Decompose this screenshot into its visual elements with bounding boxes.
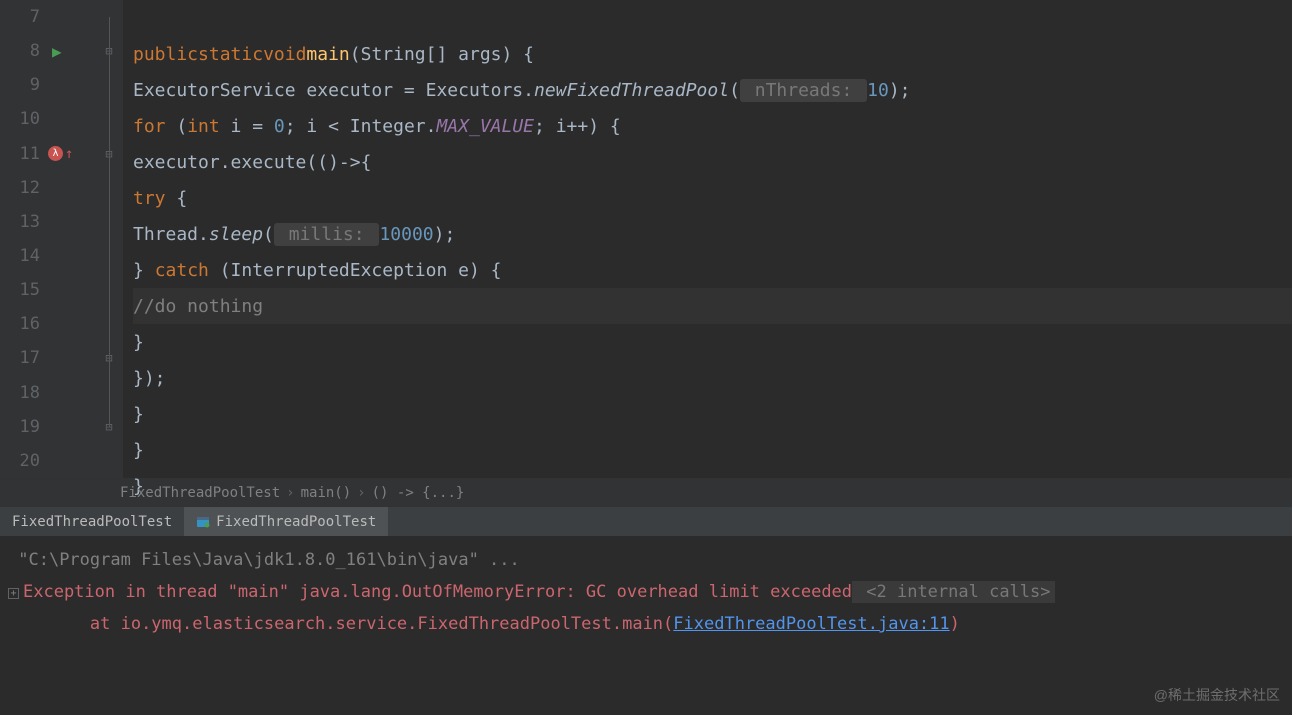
code-line[interactable]: } bbox=[133, 432, 1292, 468]
line-number: 8 bbox=[0, 41, 40, 61]
run-gutter-icon[interactable]: ▶ bbox=[52, 42, 62, 61]
code-line[interactable]: } bbox=[133, 396, 1292, 432]
code-editor[interactable]: public static void main(String[] args) {… bbox=[123, 0, 1292, 478]
line-number: 9 bbox=[0, 75, 40, 95]
application-icon bbox=[196, 515, 210, 529]
line-number: 15 bbox=[0, 280, 40, 300]
console-output[interactable]: "C:\Program Files\Java\jdk1.8.0_161\bin\… bbox=[0, 536, 1292, 640]
console-stacktrace: at io.ymq.elasticsearch.service.FixedThr… bbox=[28, 614, 663, 634]
breadcrumb-item[interactable]: FixedThreadPoolTest bbox=[120, 485, 280, 501]
chevron-right-icon: › bbox=[286, 485, 294, 501]
run-tab[interactable]: FixedThreadPoolTest bbox=[184, 507, 388, 536]
source-link[interactable]: FixedThreadPoolTest.java:11 bbox=[673, 614, 949, 634]
arrow-up-icon: ↑ bbox=[65, 146, 73, 162]
run-tab[interactable]: FixedThreadPoolTest bbox=[0, 507, 184, 536]
code-line[interactable] bbox=[133, 0, 1292, 36]
run-tabs: FixedThreadPoolTest FixedThreadPoolTest bbox=[0, 506, 1292, 536]
run-tab-label: FixedThreadPoolTest bbox=[216, 514, 376, 530]
code-line[interactable]: //do nothing bbox=[133, 288, 1292, 324]
lambda-gutter-icon[interactable]: λ bbox=[48, 146, 63, 161]
line-number: 12 bbox=[0, 178, 40, 198]
breadcrumb-item[interactable]: main() bbox=[301, 485, 352, 501]
code-line[interactable]: try { bbox=[133, 180, 1292, 216]
code-line[interactable]: }); bbox=[133, 360, 1292, 396]
chevron-right-icon: › bbox=[357, 485, 365, 501]
line-number: 13 bbox=[0, 212, 40, 232]
line-number: 18 bbox=[0, 383, 40, 403]
line-number: 20 bbox=[0, 451, 40, 471]
line-number: 14 bbox=[0, 246, 40, 266]
line-number: 10 bbox=[0, 109, 40, 129]
line-number: 17 bbox=[0, 348, 40, 368]
code-line[interactable]: } bbox=[133, 324, 1292, 360]
console-command: "C:\Program Files\Java\jdk1.8.0_161\bin\… bbox=[18, 550, 520, 570]
internal-calls-hint: <2 internal calls> bbox=[852, 581, 1054, 603]
code-line[interactable]: executor.execute(()->{ bbox=[133, 144, 1292, 180]
code-line[interactable]: } catch (InterruptedException e) { bbox=[133, 252, 1292, 288]
code-line[interactable]: for (int i = 0; i < Integer.MAX_VALUE; i… bbox=[133, 108, 1292, 144]
expand-stacktrace-icon[interactable]: + bbox=[8, 588, 19, 599]
line-number: 16 bbox=[0, 314, 40, 334]
code-line[interactable]: Thread.sleep( millis: 10000); bbox=[133, 216, 1292, 252]
code-line[interactable]: public static void main(String[] args) { bbox=[133, 36, 1292, 72]
line-number-gutter: 7 8 ▶ 9 10 11 λ↑ 12 13 14 15 16 17 18 19 2… bbox=[0, 0, 95, 478]
code-line[interactable]: ExecutorService executor = Executors.new… bbox=[133, 72, 1292, 108]
line-number: 19 bbox=[0, 417, 40, 437]
run-tab-label: FixedThreadPoolTest bbox=[12, 514, 172, 530]
watermark: @稀土掘金技术社区 bbox=[1154, 685, 1280, 705]
fold-gutter: ⊟ ⊟ ⊟ ⊟ bbox=[95, 0, 123, 478]
line-number: 7 bbox=[0, 7, 40, 27]
console-error: Exception in thread "main" java.lang.Out… bbox=[23, 582, 852, 602]
breadcrumb-item[interactable]: () -> {...} bbox=[372, 485, 465, 501]
editor-area: 7 8 ▶ 9 10 11 λ↑ 12 13 14 15 16 17 18 19 2… bbox=[0, 0, 1292, 478]
line-number: 11 bbox=[0, 144, 40, 164]
